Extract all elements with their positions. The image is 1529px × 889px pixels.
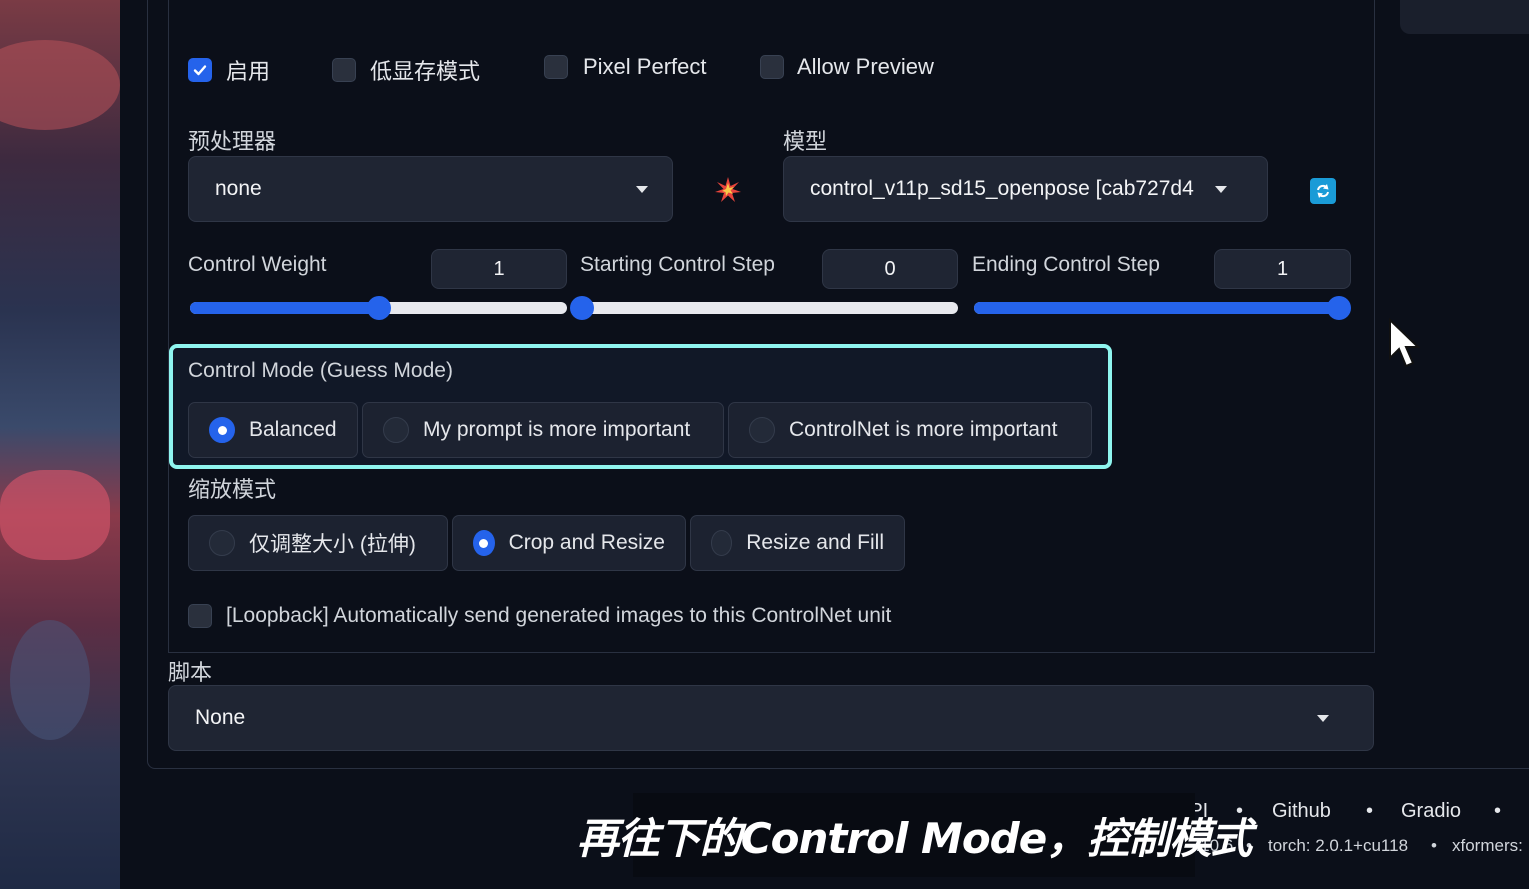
checkbox-loopback[interactable]: [Loopback] Automatically send generated … <box>188 604 891 628</box>
chevron-down-icon <box>1317 714 1329 722</box>
resize-mode-resize-fill-label: Resize and Fill <box>746 531 884 554</box>
checkbox-lowvram[interactable]: 低显存模式 <box>332 54 480 86</box>
ending-step-slider-thumb[interactable] <box>1327 296 1351 320</box>
model-dropdown[interactable]: control_v11p_sd15_openpose [cab727d4 <box>783 156 1268 222</box>
resize-mode-crop-resize-label: Crop and Resize <box>508 531 665 554</box>
checkbox-pixel-perfect[interactable]: Pixel Perfect <box>544 54 707 80</box>
footer-separator: • <box>1431 836 1437 855</box>
radio-icon <box>383 417 409 443</box>
footer-separator: • <box>1494 800 1502 822</box>
checkbox-loopback-label: [Loopback] Automatically send generated … <box>226 604 892 627</box>
refresh-icon[interactable] <box>1310 178 1336 204</box>
script-value: None <box>195 706 246 729</box>
resize-mode-crop-resize[interactable]: Crop and Resize <box>452 515 686 571</box>
control-mode-controlnet-label: ControlNet is more important <box>789 418 1058 441</box>
ending-step-label: Ending Control Step <box>972 253 1160 276</box>
footer-link-github[interactable]: Github <box>1272 800 1331 823</box>
footer-torch-version: torch: 2.0.1+cu118 <box>1268 836 1409 855</box>
script-label: 脚本 <box>168 660 213 685</box>
preprocessor-value: none <box>215 177 262 200</box>
control-weight-slider-fill <box>190 302 379 314</box>
radio-selected-icon <box>473 530 495 556</box>
background-artwork <box>0 0 120 889</box>
ending-step-slider[interactable] <box>974 296 1351 320</box>
model-value: control_v11p_sd15_openpose [cab727d4 <box>810 177 1194 200</box>
checkbox-pixel-perfect-label: Pixel Perfect <box>583 54 707 79</box>
checkbox-lowvram-box[interactable] <box>332 58 356 82</box>
preprocessor-label: 预处理器 <box>188 129 277 154</box>
burst-icon[interactable] <box>714 176 742 209</box>
resize-mode-label: 缩放模式 <box>188 477 277 502</box>
checkbox-pixel-perfect-box[interactable] <box>544 55 568 79</box>
starting-step-label: Starting Control Step <box>580 253 775 276</box>
checkbox-lowvram-label: 低显存模式 <box>370 59 481 84</box>
control-mode-prompt-label: My prompt is more important <box>423 418 691 441</box>
control-mode-prompt[interactable]: My prompt is more important <box>362 402 724 458</box>
preprocessor-dropdown[interactable]: none <box>188 156 673 222</box>
control-mode-radio-group: Balanced My prompt is more important Con… <box>188 402 1096 458</box>
radio-icon <box>711 530 733 556</box>
checkbox-allow-preview[interactable]: Allow Preview <box>760 54 934 80</box>
starting-step-slider[interactable] <box>570 296 958 320</box>
checkbox-enable-box[interactable] <box>188 58 212 82</box>
checkbox-enable-label: 启用 <box>226 59 271 84</box>
checkbox-loopback-box[interactable] <box>188 604 212 628</box>
checkbox-allow-preview-label: Allow Preview <box>797 54 934 79</box>
resize-mode-resize-fill[interactable]: Resize and Fill <box>690 515 905 571</box>
footer-xformers-version: xformers: <box>1452 836 1523 855</box>
chevron-down-icon <box>1215 185 1227 193</box>
control-weight-input[interactable]: 1 <box>431 249 567 289</box>
control-weight-slider-thumb[interactable] <box>366 296 391 320</box>
mouse-cursor-icon <box>1388 317 1422 375</box>
resize-mode-just-resize[interactable]: 仅调整大小 (拉伸) <box>188 515 448 571</box>
chevron-down-icon <box>636 185 648 193</box>
ending-step-slider-fill <box>974 302 1339 314</box>
checkbox-enable[interactable]: 启用 <box>188 54 270 86</box>
check-icon <box>193 65 207 76</box>
control-weight-slider[interactable] <box>190 296 567 320</box>
radio-selected-icon <box>209 417 235 443</box>
control-mode-label: Control Mode (Guess Mode) <box>188 359 453 382</box>
model-label: 模型 <box>783 129 828 154</box>
footer-separator: • <box>1366 800 1374 822</box>
resize-mode-radio-group: 仅调整大小 (拉伸) Crop and Resize Resize and Fi… <box>188 515 909 571</box>
control-mode-balanced-label: Balanced <box>249 418 337 441</box>
starting-step-input[interactable]: 0 <box>822 249 958 289</box>
radio-icon <box>749 417 775 443</box>
side-info-card <box>1400 0 1529 34</box>
video-subtitle: 再往下的Control Mode，控制模式 <box>577 793 1252 877</box>
control-mode-balanced[interactable]: Balanced <box>188 402 358 458</box>
resize-mode-just-resize-label: 仅调整大小 (拉伸) <box>249 533 416 556</box>
footer-link-gradio[interactable]: Gradio <box>1401 800 1461 823</box>
checkbox-allow-preview-box[interactable] <box>760 55 784 79</box>
control-weight-label: Control Weight <box>188 253 327 276</box>
starting-step-slider-thumb[interactable] <box>570 296 594 320</box>
ending-step-input[interactable]: 1 <box>1214 249 1351 289</box>
control-mode-controlnet[interactable]: ControlNet is more important <box>728 402 1092 458</box>
radio-icon <box>209 530 235 556</box>
script-dropdown[interactable]: None <box>168 685 1374 751</box>
